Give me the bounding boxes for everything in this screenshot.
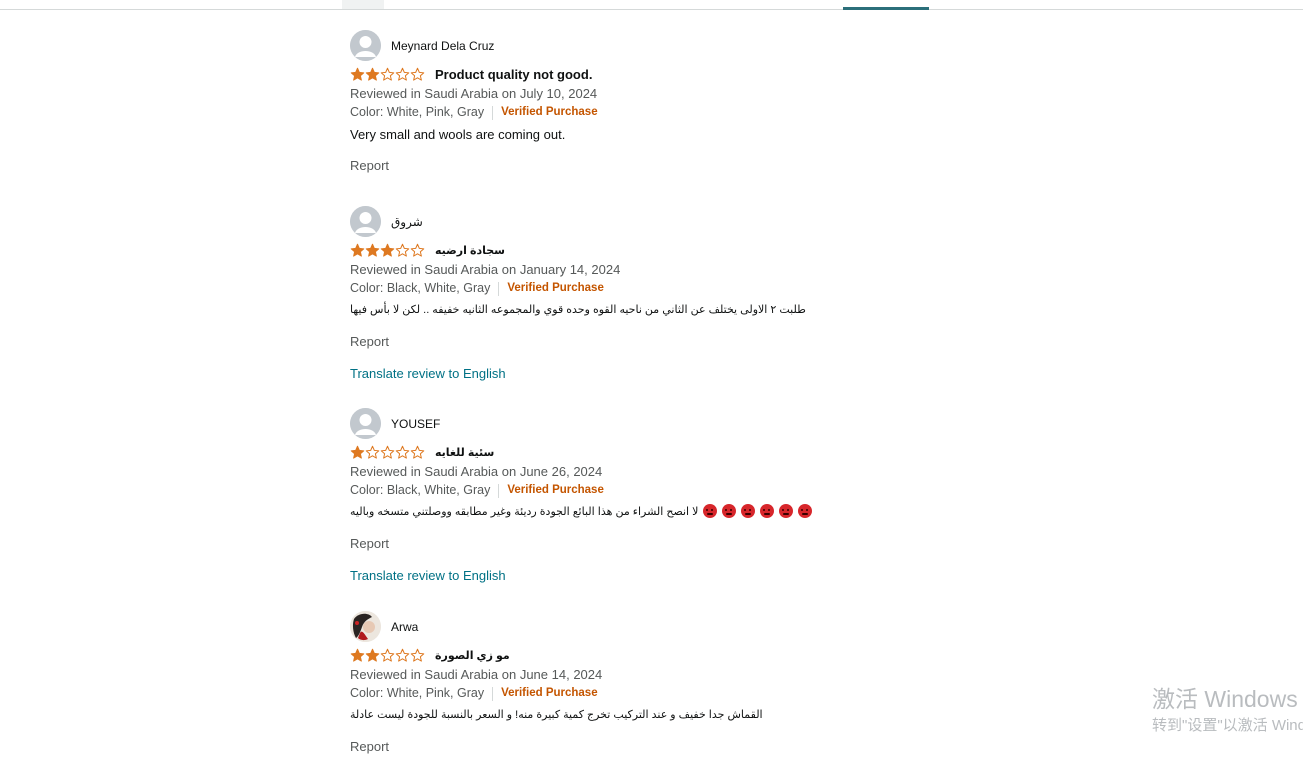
angry-face-icon bbox=[760, 504, 775, 518]
top-tab-bar bbox=[0, 0, 1303, 10]
review-body: طلبت ٢ الاولى يختلف عن الثاني من ناحيه ا… bbox=[350, 304, 806, 316]
variant-color[interactable]: Color: Black, White, Gray bbox=[350, 281, 490, 296]
star-empty-icon bbox=[395, 445, 410, 459]
reviewer-profile[interactable]: Meynard Dela Cruz bbox=[350, 30, 970, 61]
report-link[interactable]: Report bbox=[350, 536, 970, 552]
star-filled-icon bbox=[350, 243, 365, 257]
star-rating[interactable] bbox=[350, 243, 425, 258]
angry-face-icon bbox=[741, 504, 756, 518]
default-avatar-icon bbox=[350, 206, 381, 237]
star-filled-icon bbox=[380, 243, 395, 257]
reviewer-profile[interactable]: YOUSEF bbox=[350, 408, 970, 439]
report-link[interactable]: Report bbox=[350, 334, 970, 350]
angry-face-icon bbox=[722, 504, 737, 518]
reviewer-name: Meynard Dela Cruz bbox=[391, 38, 495, 53]
review-body: Very small and wools are coming out. bbox=[350, 127, 566, 142]
review-card: YOUSEF سئية للغايه Reviewed in Saudi Ara… bbox=[350, 408, 970, 611]
verified-purchase-badge: Verified Purchase bbox=[507, 484, 604, 496]
review-card: شروق سجادة ارضيه Reviewed in Saudi Arabi… bbox=[350, 206, 970, 408]
review-title[interactable]: سئية للغايه bbox=[435, 446, 494, 459]
star-empty-icon bbox=[380, 67, 395, 81]
star-empty-icon bbox=[395, 67, 410, 81]
angry-emoji-group bbox=[698, 504, 813, 518]
verified-purchase-badge: Verified Purchase bbox=[501, 106, 598, 118]
divider bbox=[498, 281, 500, 296]
watermark-line1: 激活 Windows bbox=[1152, 686, 1298, 712]
translate-review-link[interactable]: Translate review to English bbox=[350, 366, 970, 382]
star-filled-icon bbox=[365, 243, 380, 257]
review-card: Meynard Dela Cruz Product quality not go… bbox=[350, 30, 970, 206]
star-empty-icon bbox=[365, 445, 380, 459]
review-body-container: لا انصح الشراء من هذا البائع الجودة رديئ… bbox=[350, 504, 970, 521]
report-link[interactable]: Report bbox=[350, 158, 970, 174]
review-date: Reviewed in Saudi Arabia on June 26, 202… bbox=[350, 464, 603, 479]
angry-face-icon bbox=[779, 504, 794, 518]
divider bbox=[492, 686, 494, 701]
active-tab-indicator bbox=[843, 7, 929, 10]
star-empty-icon bbox=[410, 67, 425, 81]
star-rating[interactable] bbox=[350, 648, 425, 663]
star-empty-icon bbox=[395, 243, 410, 257]
variant-color[interactable]: Color: White, Pink, Gray bbox=[350, 105, 484, 120]
verified-purchase-badge: Verified Purchase bbox=[507, 282, 604, 294]
star-filled-icon bbox=[365, 648, 380, 662]
angry-face-icon bbox=[798, 504, 813, 518]
user-photo-avatar bbox=[350, 611, 381, 642]
star-empty-icon bbox=[380, 445, 395, 459]
star-rating[interactable] bbox=[350, 67, 425, 82]
star-rating[interactable] bbox=[350, 445, 425, 460]
review-title[interactable]: Product quality not good. bbox=[435, 67, 592, 82]
variant-color[interactable]: Color: White, Pink, Gray bbox=[350, 686, 484, 701]
angry-face-icon bbox=[703, 504, 718, 518]
star-empty-icon bbox=[410, 648, 425, 662]
review-body: القماش جدا خفيف و عند التركيب تخرج كمية … bbox=[350, 709, 763, 721]
review-card: Arwa مو زي الصورة Reviewed in Saudi Arab… bbox=[350, 611, 970, 755]
star-filled-icon bbox=[365, 67, 380, 81]
watermark-line2: 转到"设置"以激活 Windows。 bbox=[1152, 717, 1303, 734]
star-empty-icon bbox=[410, 243, 425, 257]
reviews-list: Meynard Dela Cruz Product quality not go… bbox=[350, 30, 970, 755]
star-filled-icon bbox=[350, 67, 365, 81]
default-avatar-icon bbox=[350, 30, 381, 61]
star-empty-icon bbox=[395, 648, 410, 662]
reviewer-profile[interactable]: شروق bbox=[350, 206, 970, 237]
translate-review-link[interactable]: Translate review to English bbox=[350, 568, 970, 584]
default-avatar-icon bbox=[350, 408, 381, 439]
star-empty-icon bbox=[410, 445, 425, 459]
review-body: لا انصح الشراء من هذا البائع الجودة رديئ… bbox=[350, 506, 699, 518]
divider bbox=[498, 483, 500, 498]
review-date: Reviewed in Saudi Arabia on July 10, 202… bbox=[350, 86, 598, 101]
review-date: Reviewed in Saudi Arabia on June 14, 202… bbox=[350, 667, 603, 682]
windows-activation-watermark: 激活 Windows 转到"设置"以激活 Windows。 bbox=[1152, 686, 1303, 735]
reviewer-profile[interactable]: Arwa bbox=[350, 611, 970, 642]
variant-color[interactable]: Color: Black, White, Gray bbox=[350, 483, 490, 498]
reviewer-name: YOUSEF bbox=[391, 416, 441, 431]
star-filled-icon bbox=[350, 445, 365, 459]
divider bbox=[492, 105, 494, 120]
star-empty-icon bbox=[380, 648, 395, 662]
review-title[interactable]: سجادة ارضيه bbox=[435, 244, 505, 257]
review-date: Reviewed in Saudi Arabia on January 14, … bbox=[350, 262, 621, 277]
verified-purchase-badge: Verified Purchase bbox=[501, 687, 598, 699]
review-title[interactable]: مو زي الصورة bbox=[435, 649, 510, 662]
star-filled-icon bbox=[350, 648, 365, 662]
reviewer-name: Arwa bbox=[391, 619, 419, 634]
report-link[interactable]: Report bbox=[350, 739, 970, 755]
tab-stub[interactable] bbox=[342, 0, 384, 9]
reviewer-name: شروق bbox=[391, 214, 423, 229]
